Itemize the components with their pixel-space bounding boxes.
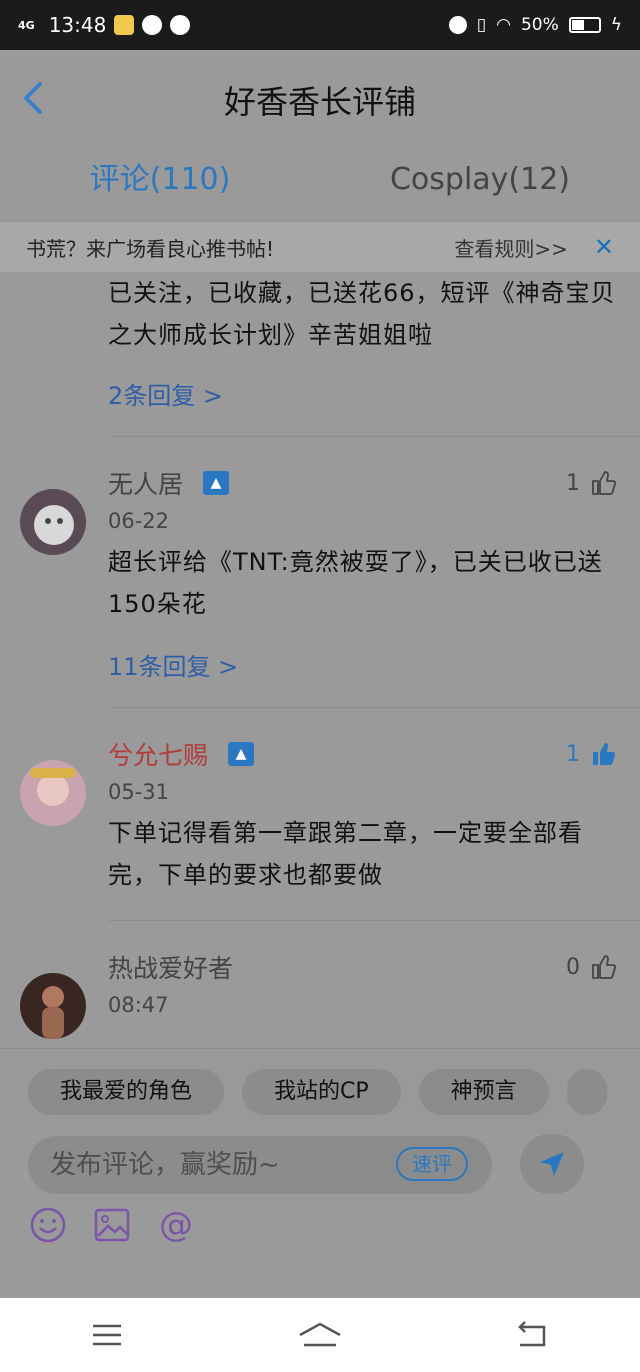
back-button[interactable] [18,78,58,122]
comment-item: 已关注，已收藏，已送花66，短评《神奇宝贝之大师成长计划》辛苦姐姐啦 2条回复 … [0,272,640,416]
comment-body: 下单记得看第一章跟第二章，一定要全部看完，下单的要求也都要做 [108,819,583,889]
send-icon [540,1152,564,1176]
comment-item: 热战爱好者 0 08:47 [0,947,640,1039]
image-icon[interactable] [92,1205,132,1245]
close-banner-icon[interactable]: ✕ [594,233,614,261]
username[interactable]: 无人居 [108,465,183,501]
back-nav-icon[interactable] [503,1315,563,1355]
wifi-icon: ◠ [496,15,511,35]
comment-date: 06-22 [108,509,170,533]
tab-bar: 评论(110) Cosplay(12) [0,150,640,220]
menu-icon[interactable] [77,1315,137,1355]
input-tools: @ [28,1205,196,1245]
chip-favorite-character[interactable]: 我最爱的角色 [28,1068,225,1115]
battery-icon [568,17,601,33]
avatar[interactable] [20,760,86,826]
comment-input-row: 发布评论，赢奖励~ 速评 [0,1134,640,1196]
comment-input[interactable]: 发布评论，赢奖励~ 速评 [28,1136,492,1194]
like-count: 1 [566,470,580,496]
tab-cosplay[interactable]: Cosplay(12) [320,150,640,220]
chip-prophecy[interactable]: 神预言 [418,1068,549,1115]
emoji-icon[interactable] [28,1205,68,1245]
alarm-icon [448,16,467,34]
like-button[interactable]: 0 [566,954,616,980]
divider [108,920,640,921]
battery-text: 50% [520,15,559,35]
title-bar: 好香香长评铺 [0,50,640,150]
replies-link[interactable]: 11条回复 > [108,647,616,687]
like-button[interactable]: 1 [566,741,616,767]
qq-icon [170,15,191,35]
comment-body: 超长评给《TNT:竟然被耍了》，已关已收已送150朵花 [108,548,603,618]
status-bar: 4G 13:48 ▯ ◠ 50% ϟ [0,0,640,50]
page-title: 好香香长评铺 [223,83,416,121]
mention-icon[interactable]: @ [156,1205,196,1245]
thumbs-up-icon [592,471,616,495]
system-nav-bar [0,1298,640,1372]
comment-item: 无人居 ▲ 1 06-22 超长评给《TNT:竟然被耍了》，已关已收已送150朵… [0,463,640,687]
level-badge-icon: ▲ [228,742,255,766]
comment-date: 05-31 [108,780,170,804]
avatar[interactable] [20,973,86,1039]
view-rules-link[interactable]: 查看规则>> [454,233,568,262]
comment-date: 08:47 [108,993,169,1017]
quick-comment-button[interactable]: 速评 [396,1147,468,1181]
banner-text: 书荒？来广场看良心推书帖! [26,236,275,261]
comment-item: 兮允七赐 ▲ 1 05-31 下单记得看第一章跟第二章，一定要全部看完，下单的要… [0,734,640,896]
like-count: 0 [566,954,580,980]
replies-link[interactable]: 2条回复 > [108,376,616,416]
divider [108,436,640,437]
divider [108,707,640,708]
like-count: 1 [566,741,580,767]
clock: 13:48 [48,13,107,37]
comment-list[interactable]: 已关注，已收藏，已送花66，短评《神奇宝贝之大师成长计划》辛苦姐姐啦 2条回复 … [0,272,640,1047]
vibrate-icon: ▯ [476,15,487,35]
comment-body: 已关注，已收藏，已送花66，短评《神奇宝贝之大师成长计划》辛苦姐姐啦 [108,279,616,349]
like-button[interactable]: 1 [566,470,616,496]
charging-icon: ϟ [610,15,622,35]
chip-my-cp[interactable]: 我站的CP [242,1068,401,1115]
home-icon[interactable] [290,1315,350,1355]
topic-chips: 我最爱的角色 我站的CP 神预言 [0,1048,640,1134]
send-button[interactable] [520,1134,584,1194]
chevron-left-icon [24,82,42,114]
promo-banner[interactable]: 书荒？来广场看良心推书帖! 查看规则>> ✕ [0,222,640,272]
wechat-icon [142,15,163,35]
thumbs-up-icon [592,955,616,979]
avatar[interactable] [20,489,86,555]
network-indicator: 4G [18,18,35,32]
username[interactable]: 兮允七赐 [108,736,208,772]
thumbs-up-filled-icon [593,743,616,765]
level-badge-icon: ▲ [203,471,230,495]
tab-comments[interactable]: 评论(110) [0,150,320,220]
username[interactable]: 热战爱好者 [108,949,233,985]
app-notification-icon [114,15,135,35]
chip-more[interactable] [566,1068,607,1115]
input-placeholder: 发布评论，赢奖励~ [50,1150,280,1180]
